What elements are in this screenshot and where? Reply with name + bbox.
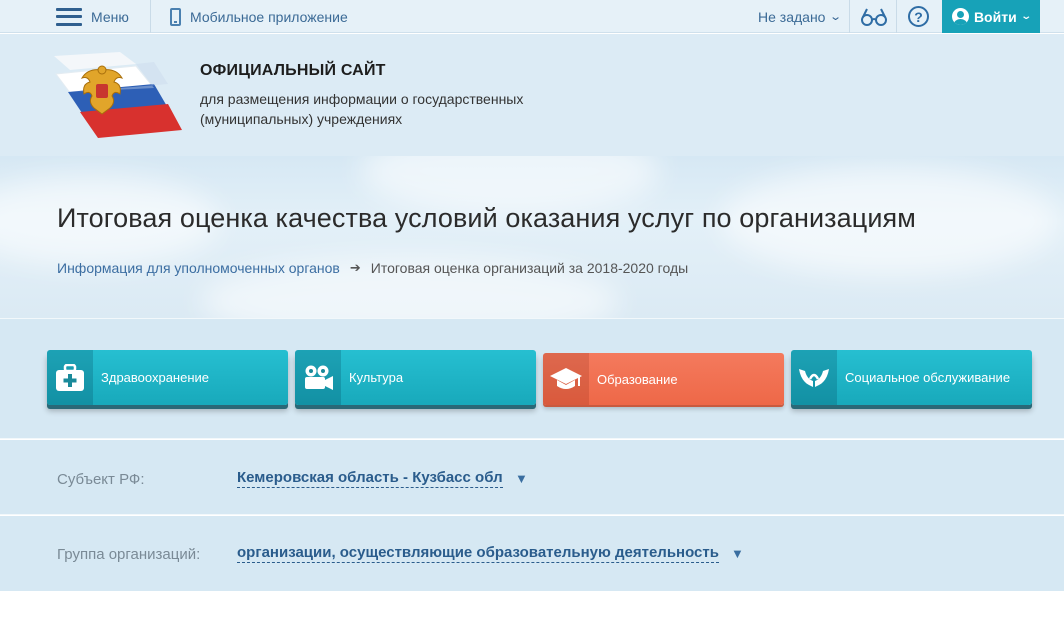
mobile-app-link[interactable]: Мобильное приложение — [170, 0, 348, 33]
user-icon — [951, 8, 969, 25]
menu-label: Меню — [91, 8, 129, 25]
login-button[interactable]: Войти ⌄ — [942, 0, 1040, 33]
subject-label: Субъект РФ: — [57, 471, 145, 488]
region-selector[interactable]: Не задано ⌄ — [758, 0, 843, 33]
chevron-down-icon: ⌄ — [829, 11, 843, 23]
tab-label: Образование — [597, 371, 678, 387]
triangle-down-icon[interactable]: ▼ — [515, 471, 528, 486]
arrow-right-icon: ➔ — [349, 260, 361, 275]
divider — [849, 0, 850, 33]
org-group-dropdown[interactable]: организации, осуществляющие образователь… — [237, 544, 719, 563]
org-group-filter-row: Группа организаций: организации, осущест… — [0, 516, 1064, 591]
question-icon: ? — [908, 6, 929, 27]
hamburger-icon — [56, 7, 82, 26]
divider — [896, 0, 897, 33]
tab-social-service[interactable]: Социальное обслуживание — [791, 350, 1032, 405]
breadcrumb-link[interactable]: Информация для уполномоченных органов — [57, 260, 340, 276]
tab-education[interactable]: Образование — [543, 353, 784, 405]
phone-icon — [170, 7, 181, 26]
site-header: ОФИЦИАЛЬНЫЙ САЙТ для размещения информац… — [0, 34, 1064, 156]
org-group-label: Группа организаций: — [57, 546, 201, 563]
mobile-app-label: Мобильное приложение — [190, 8, 348, 25]
hands-icon — [791, 350, 837, 405]
tab-healthcare[interactable]: Здравоохранение — [47, 350, 288, 405]
help-button[interactable]: ? — [908, 0, 929, 33]
site-logo[interactable] — [50, 52, 186, 138]
tab-label: Здравоохранение — [101, 370, 210, 385]
site-title: ОФИЦИАЛЬНЫЙ САЙТ — [200, 62, 386, 79]
breadcrumb: Информация для уполномоченных органов ➔ … — [57, 260, 688, 276]
hero-section: Итоговая оценка качества условий оказани… — [0, 156, 1064, 318]
subject-filter-row: Субъект РФ: Кемеровская область - Кузбас… — [0, 440, 1064, 515]
site-subtitle: для размещения информации о государствен… — [200, 91, 524, 127]
accessibility-glasses-icon[interactable] — [860, 0, 888, 33]
login-label: Войти — [973, 8, 1017, 25]
tab-label: Культура — [349, 370, 404, 385]
medkit-icon — [47, 350, 93, 405]
tab-culture[interactable]: Культура — [295, 350, 536, 405]
region-label: Не задано — [758, 8, 826, 25]
graduation-cap-icon — [543, 353, 589, 405]
chevron-down-icon: ⌄ — [1019, 11, 1032, 22]
tab-label: Социальное обслуживание — [845, 370, 1011, 385]
menu-button[interactable]: Меню — [56, 0, 129, 33]
divider — [150, 0, 151, 33]
page-title: Итоговая оценка качества условий оказани… — [57, 203, 916, 233]
top-bar: Меню Мобильное приложение Не задано ⌄ ? … — [0, 0, 1064, 33]
film-camera-icon — [295, 350, 341, 405]
subject-dropdown[interactable]: Кемеровская область - Кузбасс обл — [237, 469, 503, 488]
triangle-down-icon[interactable]: ▼ — [731, 546, 744, 561]
breadcrumb-current: Итоговая оценка организаций за 2018-2020… — [370, 260, 689, 276]
category-tabs: Здравоохранение Культура Образование Соц… — [0, 318, 1064, 439]
